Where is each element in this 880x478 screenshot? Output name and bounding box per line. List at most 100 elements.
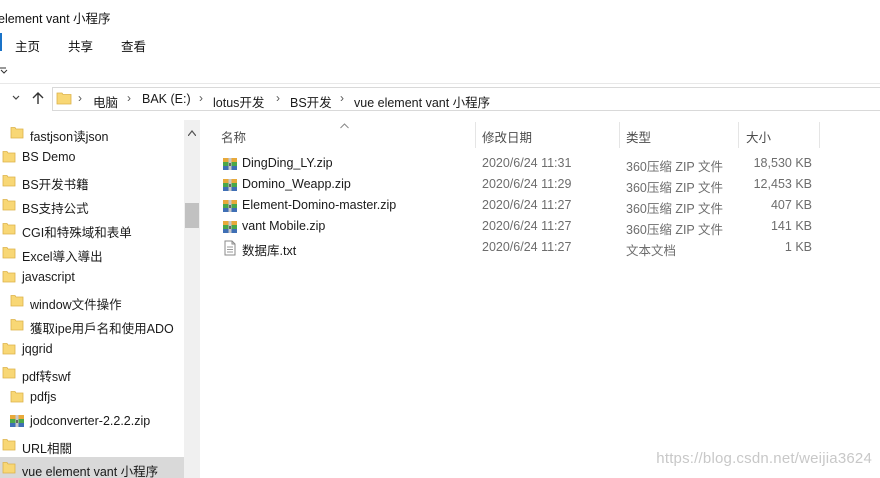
- folder-icon: [10, 390, 24, 403]
- column-divider[interactable]: [619, 122, 620, 148]
- nav-item-label: javascript: [22, 270, 75, 284]
- folder-icon: [2, 366, 16, 379]
- file-name: Element-Domino-master.zip: [242, 198, 397, 212]
- file-type: 360压缩 ZIP 文件: [626, 202, 724, 216]
- folder-icon: [10, 126, 24, 139]
- zip-archive-icon: [222, 156, 238, 172]
- nav-item-excel[interactable]: Excel導入導出: [0, 242, 184, 264]
- column-header-type[interactable]: 类型: [626, 127, 651, 146]
- column-header-date[interactable]: 修改日期: [482, 127, 532, 146]
- file-date: 2020/6/24 11:29: [482, 177, 572, 191]
- column-header-size[interactable]: 大小: [746, 127, 771, 146]
- file-row[interactable]: Element-Domino-master.zip 2020/6/24 11:2…: [218, 195, 880, 216]
- file-row[interactable]: 数据库.txt 2020/6/24 11:27 文本文档 1 KB: [218, 237, 880, 258]
- nav-item-label: pdfjs: [30, 390, 57, 404]
- nav-item-jqgrid[interactable]: jqgrid: [0, 338, 184, 360]
- column-divider[interactable]: [475, 122, 476, 148]
- column-divider[interactable]: [819, 122, 820, 148]
- text-file-icon: [222, 240, 238, 256]
- file-date: 2020/6/24 11:31: [482, 156, 572, 170]
- tab-view[interactable]: 查看: [121, 36, 146, 55]
- file-name: 数据库.txt: [242, 244, 297, 258]
- nav-item-javascript[interactable]: javascript: [0, 266, 184, 288]
- crumb-computer[interactable]: 电脑: [93, 92, 118, 111]
- nav-item-bs-demo[interactable]: BS Demo: [0, 146, 184, 168]
- folder-icon: [2, 222, 16, 235]
- folder-icon: [2, 342, 16, 355]
- column-divider[interactable]: [738, 122, 739, 148]
- crumb-lotus[interactable]: lotus开发: [213, 92, 264, 111]
- title-bar: element vant 小程序: [0, 0, 880, 30]
- sort-ascending-icon: [340, 118, 349, 132]
- recent-locations-chevron-icon[interactable]: [10, 92, 22, 104]
- crumb-separator[interactable]: ›: [127, 91, 131, 105]
- nav-item-label: jqgrid: [22, 342, 53, 356]
- file-size: 141 KB: [770, 219, 812, 233]
- nav-item-label: BS支持公式: [22, 202, 89, 216]
- file-date: 2020/6/24 11:27: [482, 198, 572, 212]
- file-list-header: [201, 120, 880, 148]
- nav-item-label: BS Demo: [22, 150, 76, 164]
- nav-item-label: jodconverter-2.2.2.zip: [30, 414, 151, 428]
- nav-item-window-file[interactable]: window文件操作: [0, 290, 184, 312]
- folder-icon: [2, 246, 16, 259]
- file-date: 2020/6/24 11:27: [482, 219, 572, 233]
- file-type: 文本文档: [626, 244, 677, 258]
- folder-icon: [2, 174, 16, 187]
- crumb-bs[interactable]: BS开发: [290, 92, 332, 111]
- nav-item-label: Excel導入導出: [22, 250, 103, 264]
- column-header-name[interactable]: 名称: [221, 127, 246, 146]
- crumb-separator[interactable]: ›: [199, 91, 203, 105]
- nav-item-label: 獲取ipe用戶名和使用ADO: [30, 322, 174, 336]
- up-arrow-icon[interactable]: [30, 90, 46, 106]
- folder-icon: [10, 294, 24, 307]
- file-row[interactable]: Domino_Weapp.zip 2020/6/24 11:29 360压缩 Z…: [218, 174, 880, 195]
- file-name: vant Mobile.zip: [242, 219, 326, 233]
- folder-icon: [2, 198, 16, 211]
- tab-share[interactable]: 共享: [68, 36, 93, 55]
- scroll-up-arrow-icon[interactable]: [187, 125, 197, 139]
- nav-item-bs-books[interactable]: BS开发书籍: [0, 170, 184, 192]
- zip-archive-icon: [9, 413, 25, 429]
- folder-icon: [2, 270, 16, 283]
- nav-item-label: vue element vant 小程序: [22, 465, 159, 478]
- nav-scrollbar[interactable]: [184, 120, 200, 478]
- file-tab-accent[interactable]: [0, 33, 2, 51]
- crumb-current[interactable]: vue element vant 小程序: [354, 92, 490, 111]
- file-size: 18,530 KB: [753, 156, 812, 170]
- nav-item-vue-element-vant[interactable]: vue element vant 小程序: [0, 457, 184, 478]
- file-name: Domino_Weapp.zip: [242, 177, 351, 191]
- scrollbar-thumb[interactable]: [185, 203, 199, 228]
- watermark-text: https://blog.csdn.net/weijia3624: [656, 450, 872, 467]
- nav-item-label: BS开发书籍: [22, 178, 89, 192]
- nav-item-label: window文件操作: [30, 298, 122, 312]
- folder-icon: [10, 318, 24, 331]
- nav-item-label: pdf转swf: [22, 370, 71, 384]
- file-size: 12,453 KB: [753, 177, 812, 191]
- zip-archive-icon: [222, 219, 238, 235]
- window-title: element vant 小程序: [0, 12, 111, 26]
- folder-icon: [56, 91, 72, 105]
- file-size: 1 KB: [784, 240, 812, 254]
- nav-item-url[interactable]: URL相關: [0, 434, 184, 456]
- nav-item-ipe-ado[interactable]: 獲取ipe用戶名和使用ADO: [0, 314, 184, 336]
- nav-item-fastjson[interactable]: fastjson读json: [0, 122, 184, 144]
- crumb-separator[interactable]: ›: [276, 91, 280, 105]
- file-row[interactable]: DingDing_LY.zip 2020/6/24 11:31 360压缩 ZI…: [218, 153, 880, 174]
- folder-icon: [2, 150, 16, 163]
- nav-item-pdf-swf[interactable]: pdf转swf: [0, 362, 184, 384]
- nav-item-cgi[interactable]: CGI和特殊域和表单: [0, 218, 184, 240]
- tab-home[interactable]: 主页: [15, 36, 40, 55]
- file-type: 360压缩 ZIP 文件: [626, 181, 724, 195]
- file-row[interactable]: vant Mobile.zip 2020/6/24 11:27 360压缩 ZI…: [218, 216, 880, 237]
- file-type: 360压缩 ZIP 文件: [626, 223, 724, 237]
- crumb-separator: ›: [78, 91, 82, 105]
- nav-item-bs-formula[interactable]: BS支持公式: [0, 194, 184, 216]
- nav-item-jodconverter[interactable]: jodconverter-2.2.2.zip: [0, 410, 184, 432]
- ribbon-expand-icon[interactable]: [0, 66, 8, 74]
- crumb-separator[interactable]: ›: [340, 91, 344, 105]
- folder-icon: [2, 461, 16, 474]
- folder-icon: [2, 438, 16, 451]
- nav-item-pdfjs[interactable]: pdfjs: [0, 386, 184, 408]
- crumb-drive[interactable]: BAK (E:): [142, 92, 191, 106]
